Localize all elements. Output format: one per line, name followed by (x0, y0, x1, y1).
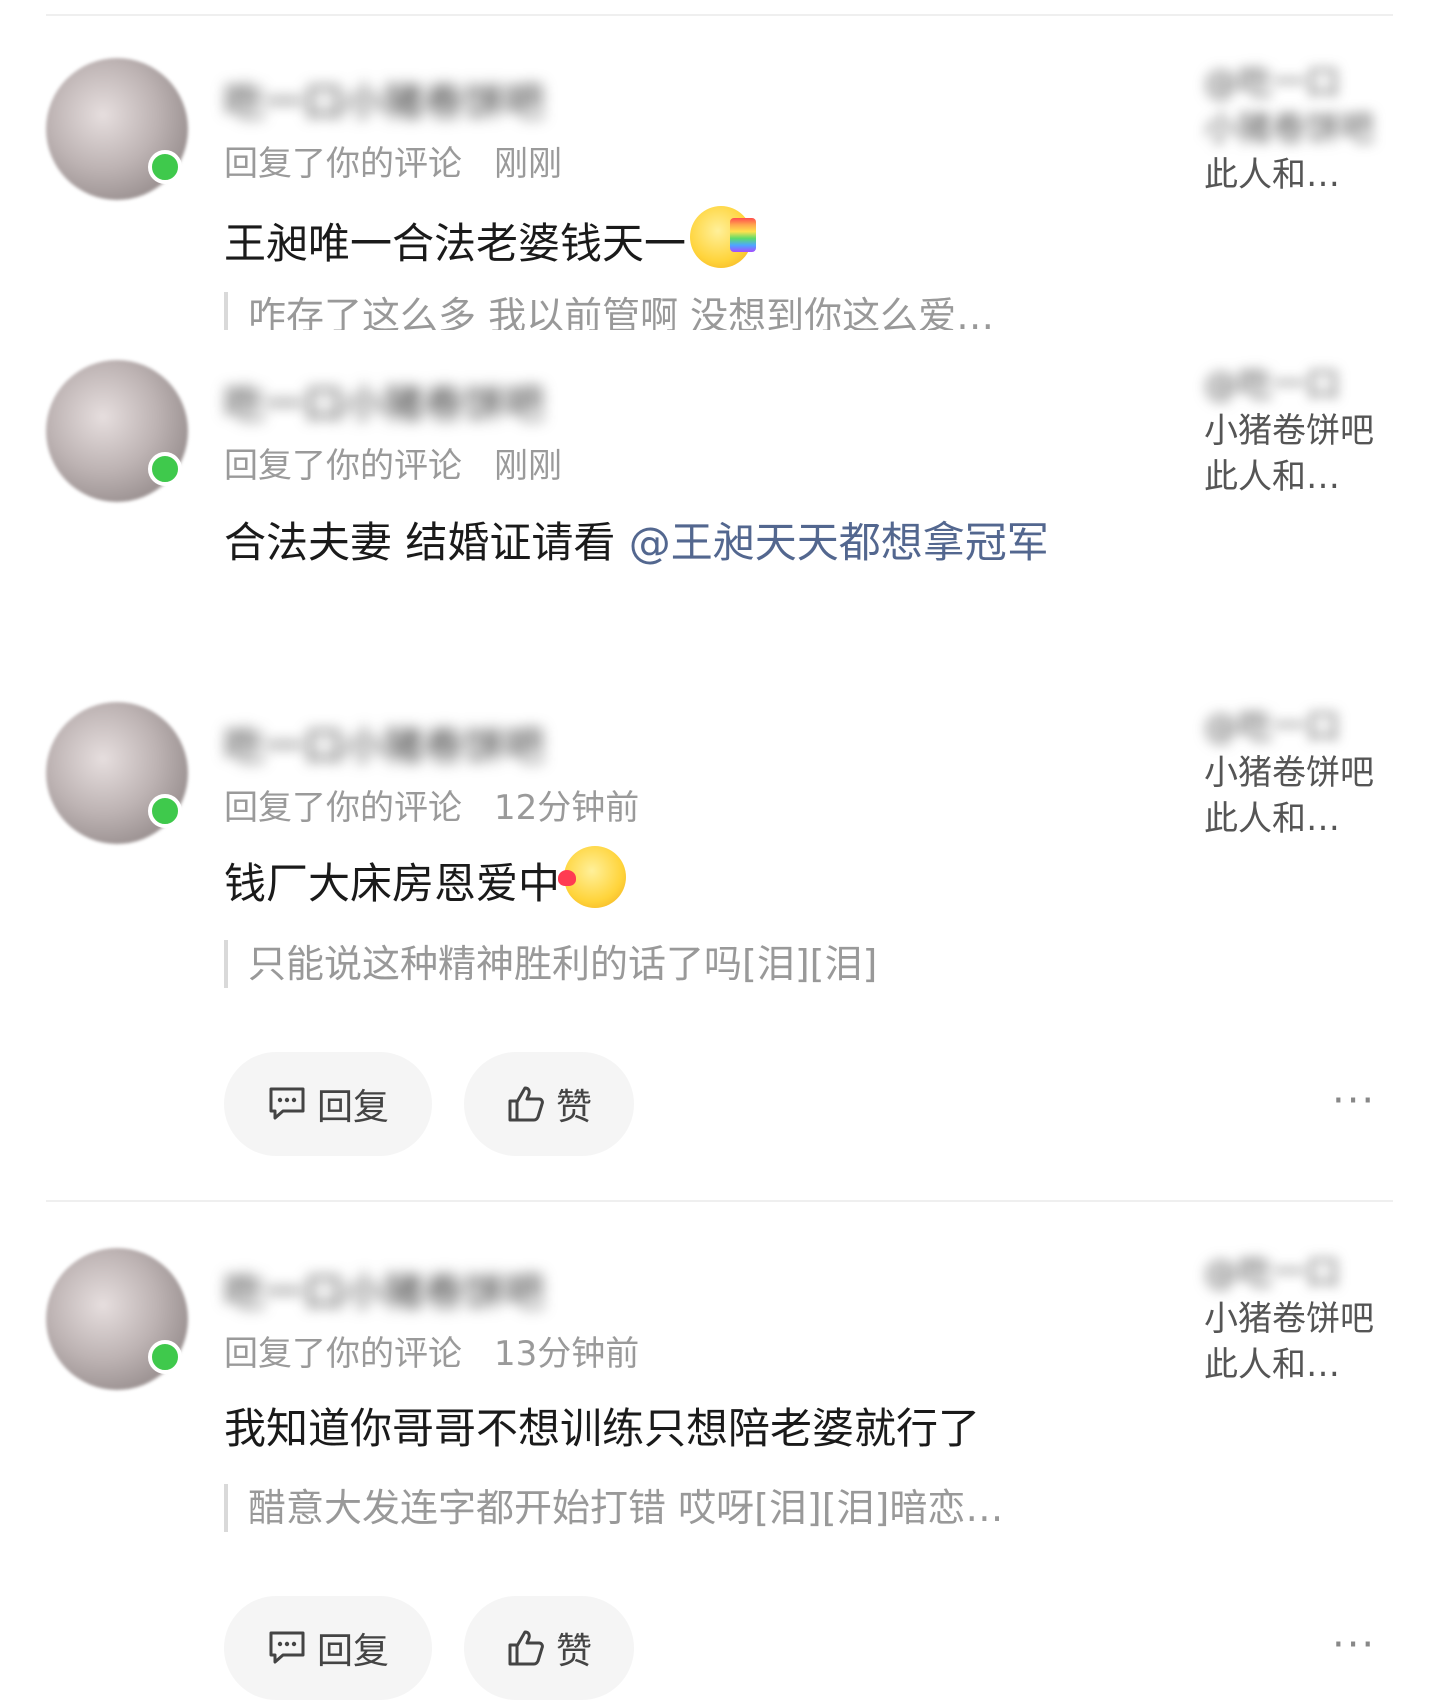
action-text: 回复了你的评论 (224, 446, 462, 486)
like-label: 赞 (555, 1087, 592, 1128)
source-line-1: @吃一口 (1204, 707, 1340, 747)
reply-content[interactable]: 我知道你哥哥不想训练只想陪老婆就行了 (224, 1392, 1124, 1466)
reply-button[interactable]: 回复 (224, 1052, 432, 1156)
timestamp: 12分钟前 (494, 788, 640, 828)
thumbs-up-icon (508, 1086, 544, 1122)
source-post-preview[interactable]: @吃一口 小猪卷饼吧 此人和… (1204, 362, 1404, 500)
source-line-3: 此人和… (1204, 457, 1340, 497)
notification-item[interactable]: 吃一口小猪卷饼吧 回复了你的评论 刚刚 王昶唯一合法老婆钱天一 咋存了这么多 我以… (0, 0, 1439, 340)
quoted-comment[interactable]: 只能说这种精神胜利的话了吗[泪][泪] (224, 940, 1124, 988)
reply-text: 我知道你哥哥不想训练只想陪老婆就行了 (224, 1404, 981, 1453)
username[interactable]: 吃一口小猪卷饼吧 (224, 1260, 634, 1308)
source-line-3: 此人和… (1204, 1345, 1340, 1385)
action-text: 回复了你的评论 (224, 1334, 462, 1374)
notification-meta: 回复了你的评论 刚刚 (224, 438, 562, 487)
reply-content[interactable]: 钱厂大床房恩爱中 (224, 846, 1124, 921)
notification-item[interactable]: 吃一口小猪卷饼吧 回复了你的评论 12分钟前 钱厂大床房恩爱中 只能说这种精神胜利… (0, 660, 1439, 1200)
reply-label: 回复 (316, 1087, 389, 1128)
source-line-2: 小猪卷饼吧 (1204, 753, 1374, 793)
source-line-3: 此人和… (1204, 799, 1340, 839)
notification-item[interactable]: 吃一口小猪卷饼吧 回复了你的评论 13分钟前 我知道你哥哥不想训练只想陪老婆就行了… (0, 1202, 1439, 1700)
more-options-button[interactable]: ··· (1332, 1078, 1376, 1124)
source-post-preview[interactable]: @吃一口 小猪卷饼吧 此人和… (1204, 704, 1404, 842)
more-options-button[interactable]: ··· (1332, 1622, 1376, 1668)
reply-text: 王昶唯一合法老婆钱天一 (224, 219, 687, 268)
like-button[interactable]: 赞 (464, 1596, 634, 1700)
notification-list: 吃一口小猪卷饼吧 回复了你的评论 刚刚 王昶唯一合法老婆钱天一 咋存了这么多 我以… (0, 0, 1439, 1700)
username[interactable]: 吃一口小猪卷饼吧 (224, 714, 634, 762)
reply-text: 钱厂大床房恩爱中 (224, 859, 561, 908)
timestamp: 刚刚 (494, 144, 562, 184)
source-line-2: 小猪卷饼吧 (1204, 109, 1374, 149)
kiss-heart-emoji-icon (558, 846, 627, 908)
online-status-dot (148, 452, 182, 486)
online-status-dot (148, 794, 182, 828)
source-line-3: 此人和… (1204, 155, 1340, 195)
like-label: 赞 (555, 1631, 592, 1672)
quoted-comment[interactable]: 醋意大发连字都开始打错 哎呀[泪][泪]暗恋… (224, 1484, 1124, 1532)
mention-link[interactable]: @王昶天天都想拿冠军 (629, 518, 1049, 567)
reply-content[interactable]: 合法夫妻 结婚证请看 @王昶天天都想拿冠军 (224, 506, 1124, 580)
notification-meta: 回复了你的评论 刚刚 (224, 136, 562, 185)
timestamp: 13分钟前 (494, 1334, 640, 1374)
timestamp: 刚刚 (494, 446, 562, 486)
username[interactable]: 吃一口小猪卷饼吧 (224, 70, 634, 118)
action-text: 回复了你的评论 (224, 788, 462, 828)
notification-meta: 回复了你的评论 12分钟前 (224, 780, 639, 829)
reply-text: 合法夫妻 结婚证请看 (224, 518, 629, 567)
source-line-1: @吃一口 (1204, 365, 1340, 405)
online-status-dot (148, 1340, 182, 1374)
comment-icon (269, 1087, 305, 1120)
rainbow-kiss-emoji-icon (690, 206, 757, 268)
source-line-1: @吃一口 (1204, 63, 1340, 103)
like-button[interactable]: 赞 (464, 1052, 634, 1156)
source-line-1: @吃一口 (1204, 1253, 1340, 1293)
source-line-2: 小猪卷饼吧 (1204, 411, 1374, 451)
reply-content[interactable]: 王昶唯一合法老婆钱天一 (224, 206, 1124, 281)
username[interactable]: 吃一口小猪卷饼吧 (224, 372, 634, 420)
notification-item[interactable]: 吃一口小猪卷饼吧 回复了你的评论 刚刚 合法夫妻 结婚证请看 @王昶天天都想拿冠军… (0, 330, 1439, 660)
source-post-preview[interactable]: @吃一口 小猪卷饼吧 此人和… (1204, 60, 1404, 198)
reply-label: 回复 (316, 1631, 389, 1672)
comment-icon (269, 1631, 305, 1664)
reply-button[interactable]: 回复 (224, 1596, 432, 1700)
source-post-preview[interactable]: @吃一口 小猪卷饼吧 此人和… (1204, 1250, 1404, 1388)
online-status-dot (148, 150, 182, 184)
thumbs-up-icon (508, 1630, 544, 1666)
action-text: 回复了你的评论 (224, 144, 462, 184)
notification-meta: 回复了你的评论 13分钟前 (224, 1326, 639, 1375)
source-line-2: 小猪卷饼吧 (1204, 1299, 1374, 1339)
